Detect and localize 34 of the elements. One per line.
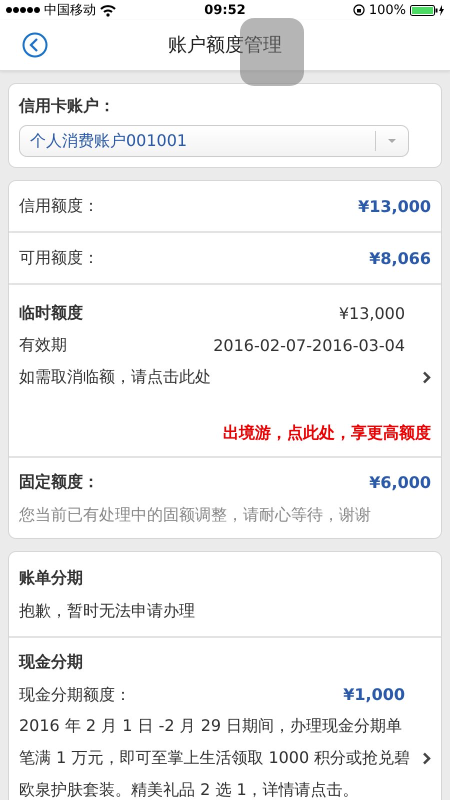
battery-percent: 100% [368,2,406,18]
chevron-icon [422,370,431,384]
temporary-limit-amount: ¥13,000 [338,304,405,322]
screen-title: 账户额度管理 [167,33,283,58]
pending-notice: 您当前已有处理中的固额调整，请耐心等待，谢谢 [19,505,371,526]
section-title: 账单分期 [19,568,83,589]
clock: 09:52 [204,2,246,18]
lock-rotation-icon [352,4,365,16]
section-title: 现金分期 [19,652,83,673]
back-button[interactable] [22,32,48,58]
account-dropdown[interactable]: 个人消费账户001001 [19,125,409,157]
cancel-temporary-limit-link[interactable]: 如需取消临额，请点击此处 [19,366,211,388]
temporary-limit-label: 临时额度 [19,302,83,324]
installment-limit-label: 现金分期额度： [19,685,131,706]
installment-limit-amount: ¥1,000 [343,685,405,706]
validity-period: 2016-02-07-2016-03-04 [213,336,405,354]
caret-icon [388,139,396,143]
limit-label: 信用额度： [19,196,99,216]
unavailable-notice: 抱歉，暂时无法申请办理 [19,601,196,622]
back-icon [22,32,48,58]
chevron-icon [422,752,431,764]
wifi-icon [100,4,116,16]
validity-label: 有效期 [19,334,67,356]
fixed-limit-amount: ¥6,000 [369,473,431,492]
carrier-name: 中国移动 [44,2,96,19]
limit-label: 可用额度： [19,248,99,268]
limit-amount: ¥13,000 [358,196,431,216]
limit-amount: ¥8,066 [369,248,431,268]
promotion-description[interactable]: 2016 年 2 月 1 日 -2 月 29 日期间，办理现金分期单笔满 1 万元，即可至掌上生活领取 1000 积分或抢兑碧欧泉护肤套装。精美礼品 2 选 1，详情请点击。 [19,710,412,800]
account-label: 信用卡账户： [19,96,115,117]
fixed-limit-label: 固定额度： [19,472,99,493]
signal-icon [6,6,40,14]
battery-icon [410,4,444,16]
travel-promo-link[interactable]: 出境游，点此处，享更高额度 [223,423,431,444]
